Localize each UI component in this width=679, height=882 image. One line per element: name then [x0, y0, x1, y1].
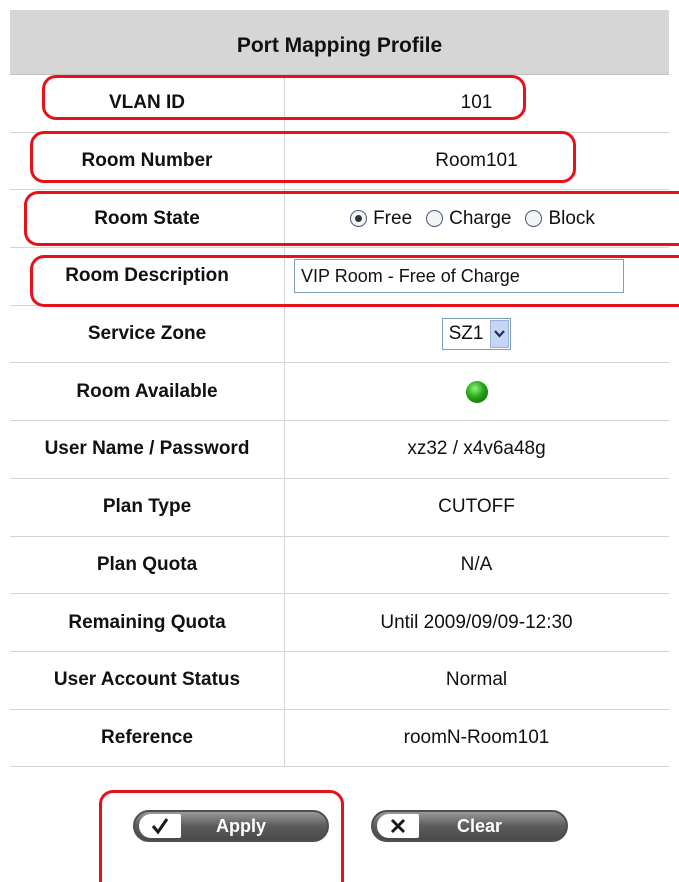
clear-button[interactable]: Clear: [371, 810, 568, 842]
row-room-description: Room Description: [10, 248, 669, 306]
radio-label: Block: [548, 207, 595, 229]
row-remaining-quota: Remaining Quota Until 2009/09/09-12:30: [10, 594, 669, 652]
row-user-credentials: User Name / Password xz32 / x4v6a48g: [10, 421, 669, 479]
row-label: Room Number: [81, 150, 213, 172]
user-account-status-value: Normal: [445, 669, 508, 691]
chevron-down-icon[interactable]: [490, 320, 510, 349]
service-zone-value: SZ1: [448, 323, 484, 345]
room-state-radio-group: Free Charge Block: [350, 208, 603, 230]
row-user-account-status: User Account Status Normal: [10, 651, 669, 710]
room-state-free-radio[interactable]: [350, 210, 368, 228]
apply-button-label: Apply: [215, 815, 266, 836]
user-credentials-value: xz32 / x4v6a48g: [407, 438, 546, 460]
row-room-number: Room Number Room101: [10, 132, 669, 191]
row-service-zone: Service Zone SZ1: [10, 305, 669, 364]
service-zone-select[interactable]: SZ1: [441, 318, 512, 351]
row-label: Plan Type: [102, 496, 192, 518]
row-label: Remaining Quota: [68, 611, 226, 633]
row-label: Reference: [101, 726, 193, 748]
room-description-input[interactable]: [294, 259, 624, 294]
radio-label: Charge: [449, 207, 512, 229]
close-icon: [390, 818, 406, 834]
plan-type-value: CUTOFF: [438, 496, 515, 518]
row-label: VLAN ID: [109, 92, 185, 114]
row-label: Room Description: [65, 265, 229, 287]
checkmark-icon: [151, 818, 169, 835]
row-label: Room Available: [76, 380, 218, 402]
vlan-id-value: 101: [460, 92, 493, 114]
row-plan-quota: Plan Quota N/A: [10, 536, 669, 595]
row-label: User Name / Password: [44, 438, 250, 460]
row-plan-type: Plan Type CUTOFF: [10, 478, 669, 537]
remaining-quota-value: Until 2009/09/09-12:30: [380, 611, 573, 633]
room-state-block-radio[interactable]: [525, 210, 543, 228]
row-reference: Reference roomN-Room101: [10, 709, 669, 768]
room-number-value: Room101: [435, 150, 518, 172]
row-label: Service Zone: [87, 323, 207, 345]
clear-button-label: Clear: [456, 815, 503, 836]
row-vlan-id: VLAN ID 101: [10, 75, 669, 133]
room-state-charge-radio[interactable]: [426, 210, 444, 228]
row-label: Room State: [94, 207, 200, 229]
panel-title: Port Mapping Profile: [10, 10, 669, 75]
radio-label: Free: [373, 207, 413, 229]
reference-value: roomN-Room101: [403, 726, 550, 748]
row-room-state: Room State Free Charge Block: [10, 190, 669, 249]
room-available-status-icon: [465, 380, 488, 403]
row-room-available: Room Available: [10, 363, 669, 422]
apply-button[interactable]: Apply: [133, 810, 329, 842]
row-label: User Account Status: [53, 669, 241, 691]
row-label: Plan Quota: [96, 553, 198, 575]
plan-quota-value: N/A: [460, 553, 493, 575]
port-mapping-profile-panel: Port Mapping Profile VLAN ID 101 Room Nu…: [10, 10, 669, 770]
